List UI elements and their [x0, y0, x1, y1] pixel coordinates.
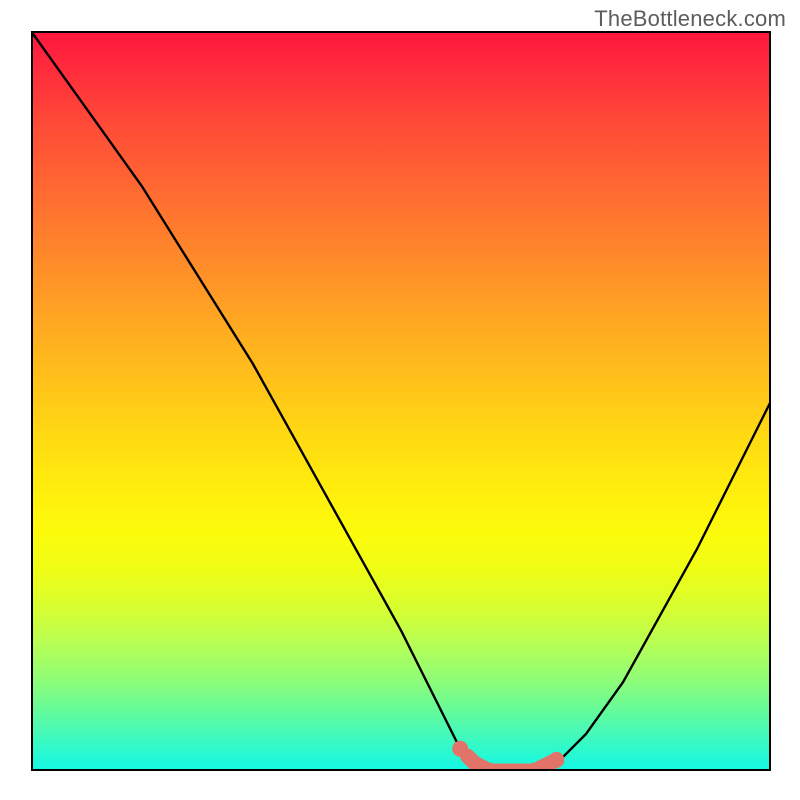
optimal-range-markers: [452, 741, 564, 771]
chart-svg: [31, 31, 771, 771]
bottleneck-chart: [31, 31, 771, 771]
bottleneck-curve-path: [31, 31, 771, 771]
watermark-text: TheBottleneck.com: [594, 6, 786, 32]
